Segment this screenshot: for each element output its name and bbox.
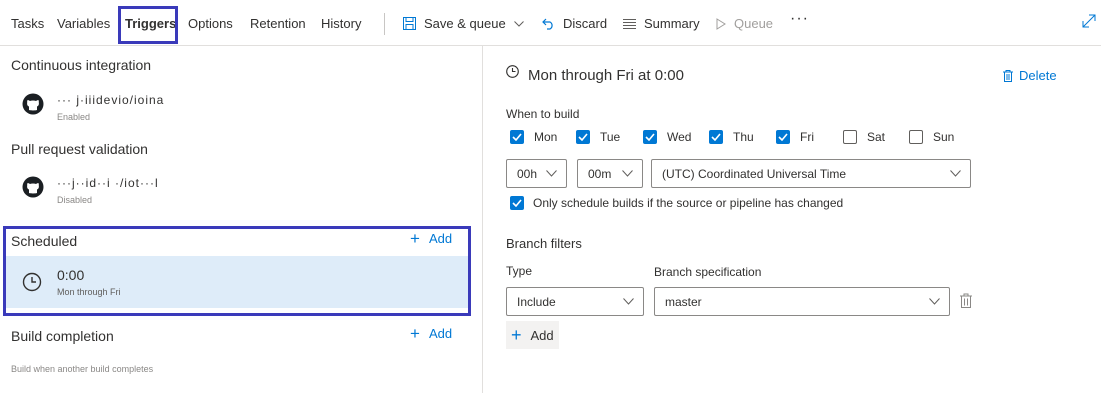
checkbox-checked[interactable]: [510, 196, 524, 210]
scheduled-highlight-box: [3, 226, 471, 316]
summary-button[interactable]: Summary: [623, 16, 700, 31]
day-checkbox-thu[interactable]: Thu: [709, 130, 754, 144]
discard-label: Discard: [563, 16, 608, 31]
day-checkbox-mon[interactable]: Mon: [510, 130, 557, 144]
checkbox-checked[interactable]: [643, 130, 657, 144]
trash-icon: [1003, 69, 1013, 82]
toolbar: Tasks Variables Triggers Options Retenti…: [0, 0, 1101, 46]
checkbox-unchecked[interactable]: [843, 130, 857, 144]
trash-icon[interactable]: [960, 293, 972, 308]
save-queue-button[interactable]: Save & queue: [403, 16, 524, 31]
chevron-down-icon: [546, 169, 557, 177]
github-icon: [22, 176, 44, 198]
minute-value: 00m: [588, 166, 612, 181]
hour-dropdown[interactable]: 00h: [506, 159, 567, 188]
checkbox-checked[interactable]: [576, 130, 590, 144]
timezone-dropdown[interactable]: (UTC) Coordinated Universal Time: [651, 159, 971, 188]
timezone-value: (UTC) Coordinated Universal Time: [662, 166, 847, 181]
when-to-build-label: When to build: [506, 107, 580, 121]
ci-section-title: Continuous integration: [11, 57, 152, 73]
only-schedule-changed-checkbox[interactable]: Only schedule builds if the source or pi…: [510, 196, 843, 210]
checkbox-checked[interactable]: [776, 130, 790, 144]
delete-button[interactable]: Delete: [1003, 68, 1057, 83]
queue-label: Queue: [734, 16, 774, 31]
pr-status: Disabled: [57, 195, 93, 205]
build-completion-description: Build when another build completes: [11, 364, 154, 374]
filter-type-dropdown[interactable]: Include: [506, 287, 644, 316]
day-label: Tue: [600, 130, 621, 144]
summary-label: Summary: [644, 16, 700, 31]
day-checkbox-sat[interactable]: Sat: [843, 130, 885, 144]
chevron-down-icon: [623, 297, 634, 305]
more-actions-button[interactable]: ···: [790, 10, 809, 28]
day-checkbox-sun[interactable]: Sun: [909, 130, 954, 144]
chevron-down-icon: [513, 20, 524, 27]
chevron-down-icon: [622, 169, 633, 177]
tab-retention[interactable]: Retention: [250, 16, 306, 31]
branch-filters-title: Branch filters: [506, 236, 582, 251]
tab-history[interactable]: History: [321, 16, 361, 31]
add-branch-filter-label: Add: [530, 327, 554, 343]
ci-repo-name[interactable]: ··· j·iiidevio/ioina: [57, 93, 164, 107]
queue-button[interactable]: Queue: [716, 16, 773, 31]
add-build-completion-button[interactable]: + Add: [410, 324, 453, 343]
day-label: Sat: [867, 130, 886, 144]
chevron-down-icon: [950, 169, 961, 177]
day-label: Wed: [667, 130, 692, 144]
ci-status: Enabled: [57, 112, 91, 122]
pr-repo-name[interactable]: ···j··id··i ·/iot···l: [57, 176, 159, 190]
build-completion-title: Build completion: [11, 328, 114, 344]
triggers-list-panel: Continuous integration ··· j·iiidevio/io…: [0, 46, 483, 393]
day-label: Thu: [733, 130, 754, 144]
add-branch-filter-button[interactable]: + Add: [506, 321, 559, 349]
checkbox-checked[interactable]: [709, 130, 723, 144]
minute-dropdown[interactable]: 00m: [577, 159, 643, 188]
tab-variables[interactable]: Variables: [57, 16, 110, 31]
day-checkbox-fri[interactable]: Fri: [776, 130, 814, 144]
hour-value: 00h: [517, 166, 538, 181]
day-checkbox-wed[interactable]: Wed: [643, 130, 691, 144]
tab-options[interactable]: Options: [188, 16, 233, 31]
add-build-completion-label: Add: [428, 326, 453, 341]
discard-button[interactable]: Discard: [542, 16, 607, 31]
save-icon: [403, 17, 416, 30]
delete-label: Delete: [1019, 68, 1057, 83]
filter-type-value: Include: [517, 294, 556, 309]
checkbox-checked[interactable]: [510, 130, 524, 144]
plus-icon: +: [410, 324, 420, 343]
schedule-detail-title: Mon through Fri at 0:00: [528, 67, 684, 84]
pr-section-title: Pull request validation: [11, 141, 148, 157]
play-icon: [716, 17, 726, 30]
day-checkbox-tue[interactable]: Tue: [576, 130, 620, 144]
branch-spec-dropdown[interactable]: master: [654, 287, 950, 316]
day-label: Fri: [800, 130, 814, 144]
expand-icon[interactable]: [1082, 14, 1096, 28]
day-label: Mon: [534, 130, 558, 144]
chevron-down-icon: [929, 297, 940, 305]
triggers-highlight-box: [118, 6, 178, 44]
day-label: Sun: [933, 130, 955, 144]
list-icon: [623, 19, 636, 29]
branch-spec-value: master: [665, 294, 702, 309]
type-label: Type: [506, 264, 533, 278]
plus-icon: +: [511, 324, 522, 345]
clock-icon: [506, 65, 519, 78]
tab-tasks[interactable]: Tasks: [11, 16, 44, 31]
checkbox-unchecked[interactable]: [909, 130, 923, 144]
save-queue-label: Save & queue: [424, 16, 506, 31]
github-icon: [22, 93, 44, 115]
branch-spec-label: Branch specification: [654, 265, 762, 279]
toolbar-divider: [384, 13, 385, 35]
only-schedule-label: Only schedule builds if the source or pi…: [533, 196, 844, 210]
undo-icon: [542, 18, 553, 30]
